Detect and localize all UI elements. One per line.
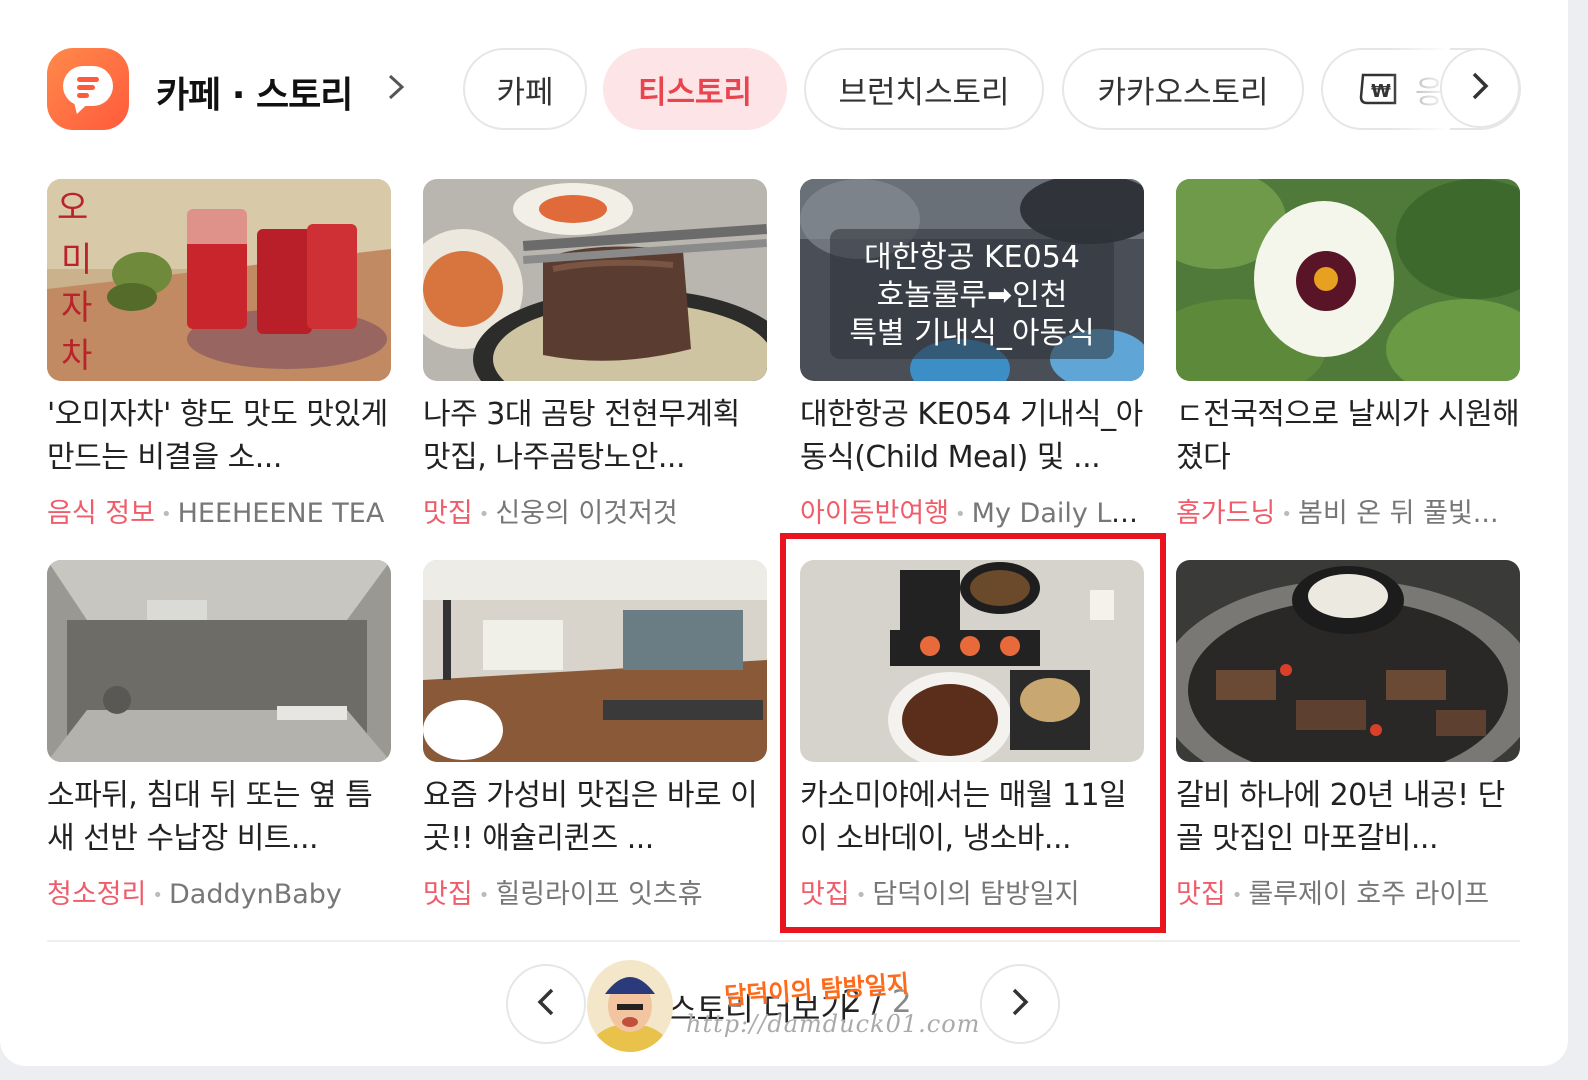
story-title[interactable]: 갈비 하나에 20년 내공! 단골 맛집인 마포갈비... [1176,774,1520,860]
svg-text:오: 오 [57,188,88,228]
story-source[interactable]: 힐링라이프 잇츠휴 [495,879,702,910]
story-category[interactable]: 맛집 [423,498,473,529]
story-meta: 음식 정보 • HEEHEENE TEA [47,498,385,529]
tab-cafe[interactable]: 카페 [463,48,587,130]
next-page-button[interactable] [980,964,1060,1044]
story-item[interactable]: ㄷ전국적으로 날씨가 시원해 졌다 홈가드닝 • 봄비 온 뒤 풀빛... [1176,179,1520,529]
watermark-url: http://damduck01.com [686,1010,981,1038]
svg-text:미: 미 [61,240,92,280]
story-category[interactable]: 맛집 [800,879,850,910]
prev-page-button[interactable] [506,964,586,1044]
story-source[interactable]: HEEHEENE TEA [178,498,385,529]
story-source[interactable]: DaddynBaby [169,879,342,910]
story-title[interactable]: 요즘 가성비 맛집은 바로 이곳!! 애슐리퀸즈 ... [423,774,767,860]
story-title[interactable]: '오미자차' 향도 맛도 맛있게 만드는 비결을 소... [47,393,391,479]
cafe-story-logo-icon [47,48,129,130]
story-source[interactable]: 봄비 온 뒤 풀빛... [1298,498,1499,529]
story-title[interactable]: 카소미야에서는 매월 11일이 소바데이, 냉소바... [800,774,1144,860]
story-title[interactable]: 대한항공 KE054 기내식_아동식(Child Meal) 및 ... [800,393,1144,479]
flower-image[interactable] [1176,179,1520,381]
watermark-avatar [587,960,673,1052]
divider [47,940,1520,942]
story-source[interactable]: My Daily Log [972,498,1144,529]
tab-kakao-story[interactable]: 카카오스토리 [1062,48,1304,130]
thumb-overlay-text: 대한항공 KE054 호놀룰루➡인천 특별 기내식_아동식 [849,240,1095,351]
story-item[interactable]: 요즘 가성비 맛집은 바로 이곳!! 애슐리퀸즈 ... 맛집 • 힐링라이프 잇츠… [423,560,767,910]
story-item[interactable]: 소파뒤, 침대 뒤 또는 옆 틈새 선반 수납장 비트... 청소정리 • Dadd… [47,560,391,910]
story-item[interactable]: 오 미 자 차 '오미자차' 향도 맛도 맛있게 만드는 비결을 소... 음식… [47,179,391,529]
chevron-right-icon[interactable] [384,70,408,104]
story-item[interactable]: 갈비 하나에 20년 내공! 단골 맛집인 마포갈비... 맛집 • 룰루제이 호주… [1176,560,1520,910]
story-meta: 홈가드닝 • 봄비 온 뒤 풀빛... [1176,498,1499,529]
story-source[interactable]: 신웅의 이것저것 [495,498,677,529]
story-meta: 맛집 • 신웅의 이것저것 [423,498,678,529]
chevron-right-icon [1472,72,1489,100]
story-category[interactable]: 청소정리 [47,879,146,910]
in-flight-meal-image[interactable]: 대한항공 KE054 호놀룰루➡인천 특별 기내식_아동식 [800,179,1144,381]
story-meta: 청소정리 • DaddynBaby [47,879,342,910]
section-title[interactable]: 카페 · 스토리 [156,66,353,118]
story-item[interactable]: 나주 3대 곰탕 전현무계획 맛집, 나주곰탕노안... 맛집 • 신웅의 이것저것 [423,179,767,529]
grill-image[interactable] [1176,560,1520,762]
story-item[interactable]: 대한항공 KE054 호놀룰루➡인천 특별 기내식_아동식 대한항공 KE054… [800,179,1144,529]
tab-brunch-story[interactable]: 브런치스토리 [804,48,1044,130]
svg-text:₩: ₩ [1371,81,1391,102]
story-title[interactable]: 나주 3대 곰탕 전현무계획 맛집, 나주곰탕노안... [423,393,767,479]
chevron-right-icon [1012,988,1029,1016]
shelf-image[interactable] [47,560,391,762]
story-category[interactable]: 아이동반여행 [800,498,949,529]
buffet-image[interactable] [423,560,767,762]
story-title[interactable]: 소파뒤, 침대 뒤 또는 옆 틈새 선반 수납장 비트... [47,774,391,860]
story-category[interactable]: 홈가드닝 [1176,498,1275,529]
search-result-card: 카페 · 스토리 카페 티스토리 브런치스토리 카카오스토리 ₩ 응 [0,0,1568,1066]
tab-tistory[interactable]: 티스토리 [603,48,787,130]
gomtang-image[interactable] [423,179,767,381]
story-category[interactable]: 음식 정보 [47,498,155,529]
omija-tea-image[interactable]: 오 미 자 차 [47,179,391,381]
story-meta: 맛집 • 룰루제이 호주 라이프 [1176,879,1490,910]
story-title[interactable]: ㄷ전국적으로 날씨가 시원해 졌다 [1176,393,1520,479]
story-source[interactable]: 룰루제이 호주 라이프 [1248,879,1489,910]
story-meta: 아이동반여행 • My Daily Log [800,498,1144,529]
story-source[interactable]: 담덕이의 탐방일지 [872,879,1079,910]
story-meta: 맛집 • 힐링라이프 잇츠휴 [423,879,703,910]
chevron-left-icon [537,988,554,1016]
svg-text:자: 자 [61,288,92,328]
story-item[interactable]: 카소미야에서는 매월 11일이 소바데이, 냉소바... 맛집 • 담덕이의 탐방일… [800,560,1144,910]
story-category[interactable]: 맛집 [1176,879,1226,910]
tabs-next-button[interactable] [1440,48,1520,128]
story-category[interactable]: 맛집 [423,879,473,910]
svg-text:차: 차 [61,336,92,376]
soba-image[interactable] [800,560,1144,762]
story-meta: 맛집 • 담덕이의 탐방일지 [800,879,1080,910]
